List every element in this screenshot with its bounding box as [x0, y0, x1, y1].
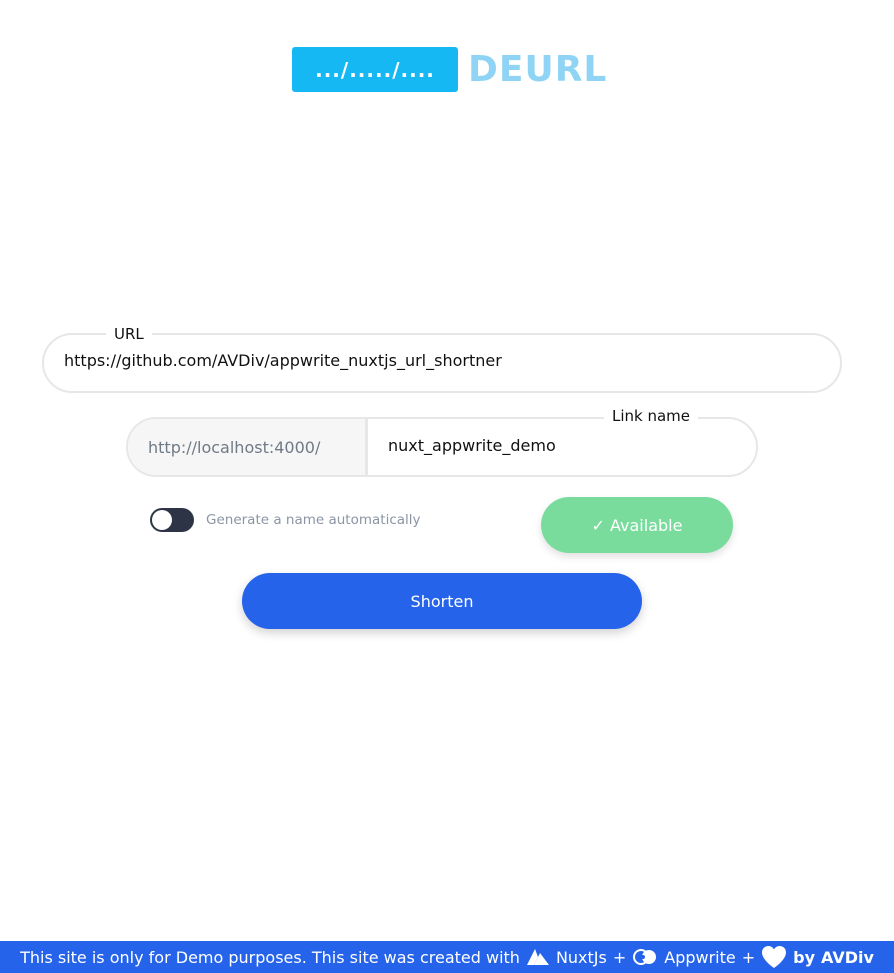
url-input[interactable] — [64, 351, 820, 370]
auto-name-toggle[interactable] — [150, 508, 194, 532]
footer-appwrite-label: Appwrite — [664, 947, 736, 967]
url-label: URL — [106, 325, 152, 343]
footer-author-link[interactable]: AVDiv — [821, 948, 874, 967]
heart-icon — [761, 945, 787, 969]
link-name-label: Link name — [603, 407, 698, 425]
footer-nuxt-label: NuxtJs — [555, 947, 607, 967]
logo-brand-text: DEURL — [468, 48, 608, 90]
link-name-input[interactable] — [388, 436, 736, 455]
footer-by: by — [793, 947, 816, 967]
footer: This site is only for Demo purposes. Thi… — [0, 941, 894, 973]
auto-name-toggle-row: Generate a name automatically — [150, 508, 421, 532]
toggle-knob — [152, 510, 172, 530]
footer-plus: + — [741, 947, 756, 967]
logo[interactable]: .../...../.... DEURL — [292, 47, 607, 92]
shorten-button[interactable]: Shorten — [242, 573, 642, 629]
appwrite-icon — [632, 948, 658, 966]
link-prefix: http://localhost:4000/ — [128, 419, 368, 475]
link-name-group: http://localhost:4000/ Link name — [126, 407, 758, 477]
availability-badge: ✓ Available — [541, 497, 733, 553]
logo-mark: .../...../.... — [292, 47, 458, 92]
footer-plus: + — [612, 947, 627, 967]
nuxt-icon — [526, 948, 550, 966]
auto-name-label: Generate a name automatically — [206, 512, 421, 528]
link-name-fieldset: Link name — [368, 407, 756, 475]
footer-text: This site is only for Demo purposes. Thi… — [20, 947, 520, 967]
url-fieldset: URL — [42, 325, 842, 393]
